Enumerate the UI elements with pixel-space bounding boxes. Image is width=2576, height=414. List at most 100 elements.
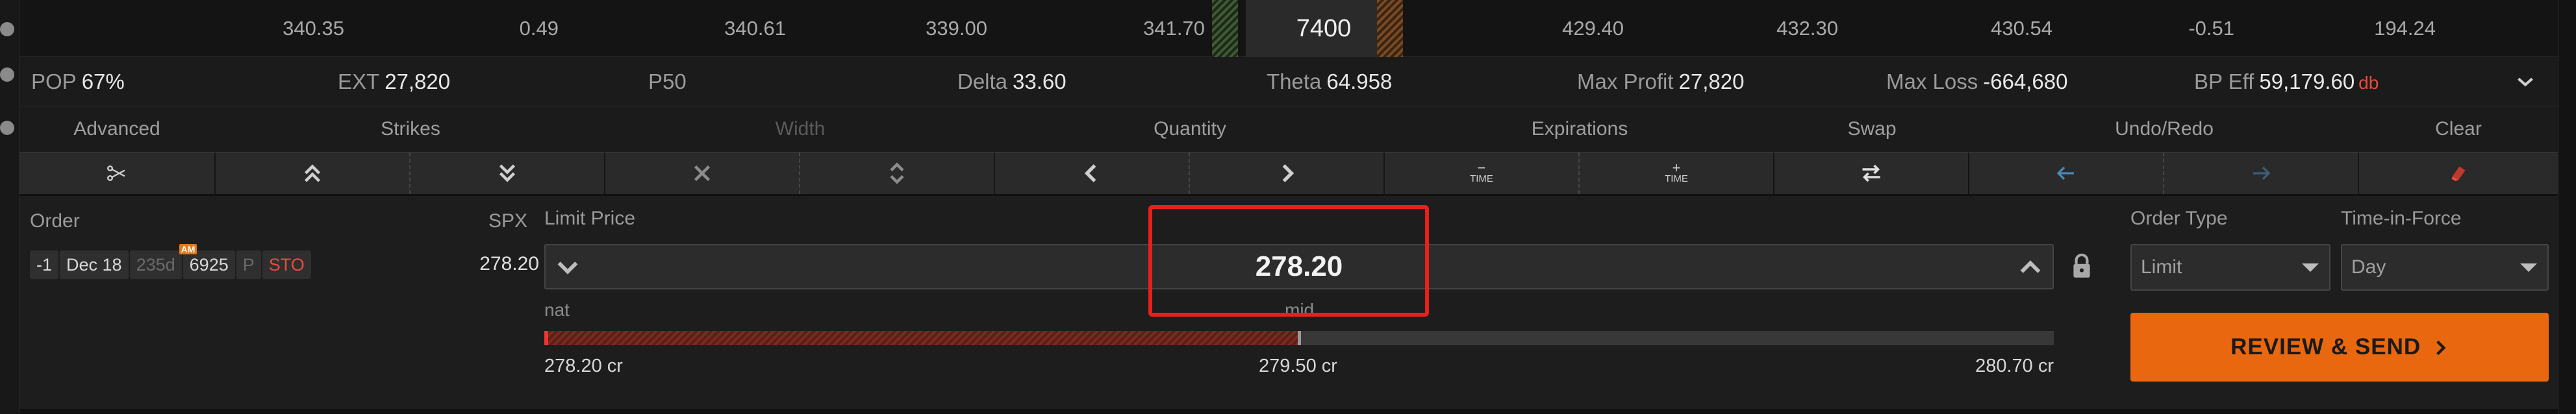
ladder-value[interactable]: 339.00 [870, 0, 987, 57]
mid-marker[interactable] [1298, 331, 1301, 345]
order-leg[interactable]: -1 Dec 18 235d AM 6925 P STO [30, 244, 311, 279]
nat-label: nat [544, 300, 570, 320]
stat-max-loss: Max Loss -664,680 [1886, 57, 2068, 106]
expiration-earlier-button[interactable]: − TIME [1385, 152, 1580, 194]
limit-price-input[interactable]: 278.20 [544, 244, 2054, 289]
tif-select[interactable]: Day [2341, 244, 2549, 291]
chevron-up-icon[interactable] [2017, 254, 2043, 280]
chevron-down-icon[interactable] [2516, 73, 2534, 91]
stat-pop: POP 67% [31, 57, 125, 106]
tif-label: Time-in-Force [2341, 208, 2462, 229]
price-slider-fill [544, 331, 1299, 345]
price-slider-track[interactable] [544, 331, 2054, 345]
stat-label: BP Eff [2194, 69, 2254, 93]
double-chevron-down-icon [499, 164, 516, 182]
leg-strike-value: 6925 [189, 255, 229, 274]
action-labels-row: Advanced Strikes Width Quantity Expirati… [19, 106, 2558, 152]
ladder-value[interactable]: 430.54 [1936, 0, 2052, 57]
ladder-value[interactable]: -0.51 [2124, 0, 2234, 57]
collapse-icon [694, 165, 711, 182]
panel-icon[interactable] [0, 22, 14, 36]
ladder-value[interactable]: 194.24 [2319, 0, 2436, 57]
ladder-value[interactable]: 340.35 [234, 0, 344, 57]
stat-value: -664,680 [1983, 69, 2068, 93]
stat-label: Delta [957, 69, 1008, 93]
order-label: Order [30, 210, 80, 232]
chevron-right-icon [1282, 164, 1294, 182]
am-badge: AM [179, 244, 197, 254]
right-edge-strip [2558, 0, 2576, 414]
redo-button[interactable] [2164, 152, 2359, 194]
stat-value: 59,179.60 [2259, 69, 2355, 93]
stat-ext: EXT 27,820 [338, 57, 450, 106]
stat-label: Max Loss [1886, 69, 1978, 93]
leg-expiry: Dec 18 [60, 250, 129, 279]
stat-value: 33.60 [1013, 69, 1067, 93]
width-narrow-button[interactable] [605, 152, 800, 194]
clear-button[interactable] [2359, 152, 2558, 194]
leg-quantity: -1 [30, 250, 59, 279]
double-chevron-up-icon [304, 164, 321, 182]
stat-theta: Theta 64.958 [1267, 57, 1392, 106]
label-advanced: Advanced [73, 118, 160, 140]
mid-label: mid [1285, 300, 1315, 320]
stat-value: 27,820 [1678, 69, 1745, 93]
order-type-value: Limit [2141, 256, 2182, 278]
nat-marker [544, 331, 548, 345]
chevron-right-icon [2436, 340, 2446, 356]
spx-leg-price: 278.20 [479, 253, 539, 274]
left-edge-strip [0, 0, 19, 414]
tif-value: Day [2351, 256, 2386, 278]
swap-arrows-icon [1862, 164, 1880, 182]
ladder-value[interactable]: 340.61 [669, 0, 786, 57]
stat-label: P50 [648, 69, 687, 93]
strikes-down-button[interactable] [410, 152, 605, 194]
stat-value: 27,820 [385, 69, 451, 93]
redo-icon [2253, 166, 2271, 180]
time-text: TIME [1470, 173, 1493, 184]
minus-sign: − [1477, 160, 1486, 176]
label-quantity: Quantity [1154, 118, 1226, 140]
leg-dte: 235d [129, 250, 182, 279]
expiration-later-button[interactable]: + TIME [1580, 152, 1774, 194]
stat-value: 64.958 [1326, 69, 1393, 93]
strike-hatch [1377, 0, 1403, 57]
order-type-select[interactable]: Limit [2130, 244, 2330, 291]
stat-p50: P50 [648, 57, 692, 106]
stat-max-profit: Max Profit 27,820 [1577, 57, 1744, 106]
chevron-left-icon [1084, 164, 1096, 182]
ladder-value[interactable]: 432.30 [1721, 0, 1838, 57]
limit-price-value[interactable]: 278.20 [546, 245, 2052, 288]
lock-icon[interactable] [2071, 253, 2093, 280]
expand-icon [890, 162, 904, 184]
itm-hatch [1212, 0, 1238, 57]
caret-down-icon [2520, 263, 2537, 272]
quantity-increase-button[interactable] [1190, 152, 1385, 194]
width-widen-button[interactable] [800, 152, 995, 194]
nat-price: 278.20 cr [544, 356, 623, 376]
settings-icon[interactable] [0, 67, 14, 82]
spx-label: SPX [488, 210, 528, 232]
ladder-value[interactable]: 341.70 [1072, 0, 1205, 57]
ladder-value[interactable]: 429.40 [1507, 0, 1624, 57]
plus-sign: + [1672, 160, 1681, 176]
advanced-button[interactable] [19, 152, 216, 194]
label-clear: Clear [2435, 118, 2482, 140]
info-icon[interactable] [0, 121, 14, 135]
stat-label: POP [31, 69, 77, 93]
undo-button[interactable] [1969, 152, 2164, 194]
quantity-decrease-button[interactable] [995, 152, 1190, 194]
review-send-label: REVIEW & SEND [2230, 334, 2421, 359]
strikes-up-button[interactable] [216, 152, 410, 194]
swap-button[interactable] [1774, 152, 1969, 194]
order-ticket: Order SPX -1 Dec 18 235d AM 6925 P STO 27… [19, 195, 2558, 409]
stat-value: 67% [81, 69, 125, 93]
ladder-value[interactable]: 0.49 [474, 0, 559, 57]
review-send-button[interactable]: REVIEW & SEND [2130, 313, 2549, 382]
limit-price-label: Limit Price [544, 208, 636, 229]
action-buttons-row: − TIME + TIME [19, 152, 2558, 195]
time-text: TIME [1665, 173, 1688, 184]
leg-type: P [236, 250, 261, 279]
leg-strike: AM 6925 [179, 244, 235, 279]
label-swap: Swap [1847, 118, 1897, 140]
